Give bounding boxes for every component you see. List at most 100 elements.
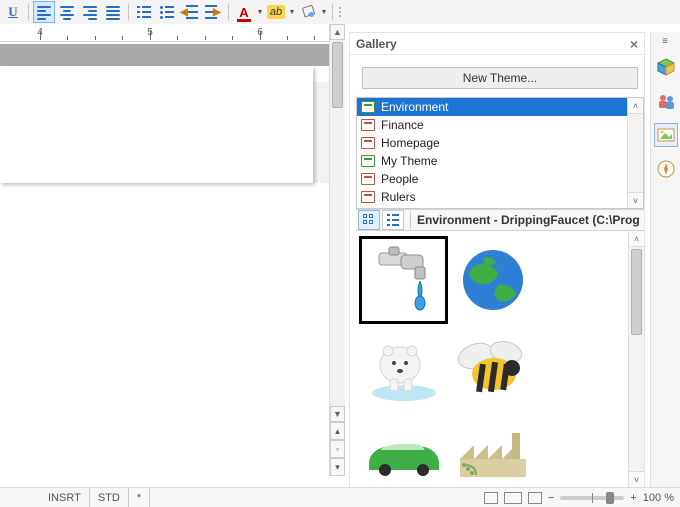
underline-icon: U: [8, 4, 17, 20]
increase-indent-button[interactable]: [202, 1, 224, 23]
background-color-button[interactable]: [297, 1, 319, 23]
gallery-panel: Gallery × New Theme... Environment Finan…: [349, 32, 645, 492]
gallery-item-empty: [539, 413, 626, 487]
scroll-down-button[interactable]: ▼: [330, 406, 345, 422]
highlight-button[interactable]: ab: [265, 1, 287, 23]
gallery-item-empty: [539, 325, 626, 411]
gallery-item-earth[interactable]: [449, 237, 536, 323]
gallery-item-empty: [539, 237, 626, 323]
document-vertical-scrollbar[interactable]: ▲ ▼ ▴ ◦ ▾: [329, 24, 345, 476]
view-layout-icon-1[interactable]: [484, 492, 498, 504]
theme-folder-icon: [361, 155, 375, 167]
theme-item-finance[interactable]: Finance: [357, 116, 643, 134]
scroll-thumb[interactable]: [332, 42, 343, 108]
close-icon[interactable]: ×: [630, 36, 638, 52]
align-left-button[interactable]: [33, 1, 55, 23]
theme-item-homepage[interactable]: Homepage: [357, 134, 643, 152]
gallery-item-greencar[interactable]: [360, 413, 447, 487]
sidebar-properties-button[interactable]: [654, 55, 678, 79]
font-color-dropdown[interactable]: ▼: [256, 1, 264, 23]
align-center-button[interactable]: [56, 1, 78, 23]
background-color-dropdown[interactable]: ▼: [320, 1, 328, 23]
theme-folder-icon: [361, 191, 375, 203]
align-right-icon: [83, 6, 97, 18]
zoom-slider[interactable]: [560, 496, 624, 500]
highlight-icon: ab: [267, 5, 285, 19]
scroll-up-button[interactable]: ▲: [330, 24, 345, 40]
sidebar-styles-button[interactable]: [654, 89, 678, 113]
scroll-down-button[interactable]: ˅: [628, 192, 643, 208]
theme-item-rulers[interactable]: Rulers: [357, 188, 643, 206]
sidebar-gallery-button[interactable]: [654, 123, 678, 147]
new-theme-button[interactable]: New Theme...: [362, 67, 638, 89]
gallery-item-faucet[interactable]: [360, 237, 447, 323]
gallery-item-factory[interactable]: [449, 413, 536, 487]
zoom-out-button[interactable]: −: [548, 492, 554, 504]
underline-button[interactable]: U: [2, 1, 24, 23]
ruler-scale: 4 5 6: [0, 24, 345, 42]
bullet-list-button[interactable]: [156, 1, 178, 23]
theme-folder-icon: [361, 101, 375, 113]
theme-label: Rulers: [381, 190, 416, 204]
gallery-thumbnails: ˄ ˅: [356, 231, 644, 487]
view-layout-icon-2[interactable]: [504, 492, 522, 504]
gallery-title: Gallery: [356, 37, 397, 51]
zoom-slider-thumb[interactable]: [606, 492, 614, 504]
cube-icon: [657, 58, 675, 76]
highlight-dropdown[interactable]: ▼: [288, 1, 296, 23]
numbered-list-icon: [137, 6, 151, 18]
gallery-item-polarbear[interactable]: [360, 325, 447, 411]
page-margin-area: [0, 44, 345, 66]
horizontal-ruler[interactable]: 4 5 6: [0, 24, 345, 42]
list-view-icon: [387, 214, 399, 226]
green-car-icon: [365, 436, 443, 476]
theme-item-environment[interactable]: Environment: [357, 98, 643, 116]
compass-icon: [657, 160, 675, 178]
scroll-up-button[interactable]: ˄: [629, 231, 644, 247]
decrease-indent-button[interactable]: [179, 1, 201, 23]
numbered-list-button[interactable]: [133, 1, 155, 23]
scroll-up-button[interactable]: ˄: [628, 98, 643, 114]
view-layout-icon-3[interactable]: [528, 492, 542, 504]
factory-icon: [454, 431, 532, 481]
gallery-thumbs-scrollbar[interactable]: ˄ ˅: [628, 231, 644, 487]
document-page[interactable]: [0, 66, 313, 183]
scroll-thumb[interactable]: [631, 249, 642, 335]
align-justify-button[interactable]: [102, 1, 124, 23]
gallery-item-path: Environment - DrippingFaucet (C:\Prog: [417, 213, 640, 227]
next-page-button[interactable]: ▾: [330, 458, 345, 476]
page-nav-group: ▴ ◦ ▾: [330, 422, 345, 476]
gallery-body: New Theme... Environment Finance Homepag…: [350, 55, 644, 491]
toolbar-grip[interactable]: [337, 1, 343, 23]
separator: [225, 1, 232, 23]
theme-list-scrollbar[interactable]: ˄ ˅: [627, 98, 643, 208]
theme-label: My Theme: [381, 154, 437, 168]
font-color-icon: A: [239, 5, 248, 20]
status-selection-mode[interactable]: STD: [90, 488, 129, 507]
detail-view-button[interactable]: [382, 210, 404, 230]
align-justify-icon: [106, 6, 120, 18]
prev-page-button[interactable]: ▴: [330, 422, 345, 440]
status-modified-indicator[interactable]: *: [129, 488, 150, 507]
status-insert-mode[interactable]: INSRT: [40, 488, 90, 507]
bee-icon: [454, 334, 532, 402]
zoom-percent[interactable]: 100 %: [643, 492, 674, 504]
theme-item-my-theme[interactable]: My Theme: [357, 152, 643, 170]
nav-browse-button[interactable]: ◦: [330, 440, 345, 458]
zoom-in-button[interactable]: +: [630, 492, 636, 504]
people-icon: [657, 92, 675, 110]
theme-label: Environment: [381, 100, 448, 114]
align-right-button[interactable]: [79, 1, 101, 23]
theme-item-people[interactable]: People: [357, 170, 643, 188]
sidebar-navigator-button[interactable]: [654, 157, 678, 181]
theme-label: Homepage: [381, 136, 440, 150]
earth-icon: [458, 245, 528, 315]
separator: [329, 1, 336, 23]
sidebar-menu-icon[interactable]: ≡: [662, 38, 669, 45]
icon-view-button[interactable]: [358, 210, 380, 230]
gallery-item-bee[interactable]: [449, 325, 536, 411]
theme-list[interactable]: Environment Finance Homepage My Theme Pe…: [356, 97, 644, 209]
scroll-down-button[interactable]: ˅: [629, 471, 644, 487]
decrease-indent-icon: [182, 5, 198, 19]
font-color-button[interactable]: A: [233, 1, 255, 23]
